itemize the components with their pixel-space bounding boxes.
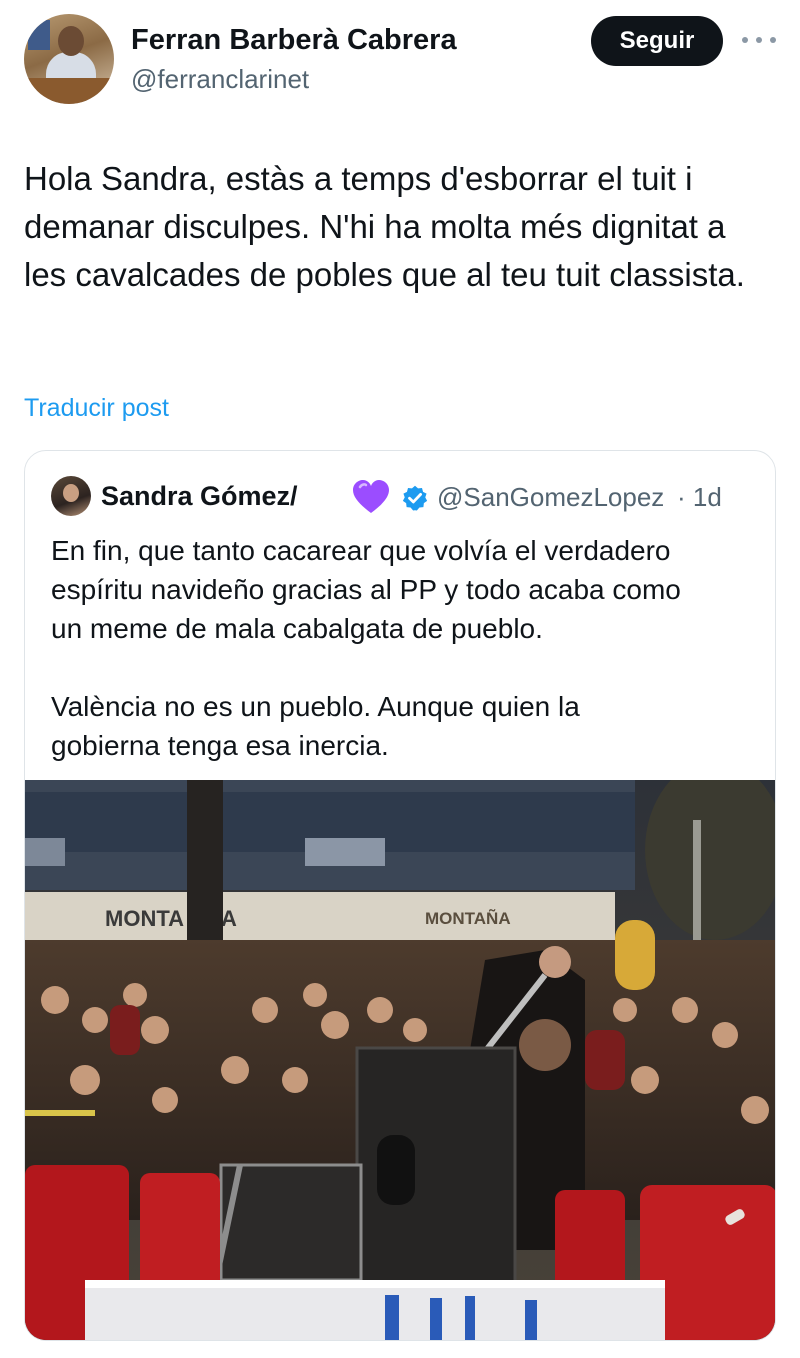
shop-sign-right: MONTAÑA — [425, 908, 511, 928]
author-name[interactable]: Ferran Barberà Cabrera — [131, 24, 457, 57]
quoted-tweet-card[interactable]: Sandra Gómez/ @SanGomezLopez · 1d En fin… — [24, 450, 776, 1341]
quoted-media-photo[interactable]: MONTA A MONTAÑA — [25, 780, 775, 1340]
parade-photo: MONTA A MONTAÑA — [25, 780, 775, 1340]
shop-sign-left-end: A — [221, 906, 237, 931]
more-dot — [742, 37, 748, 43]
shop-sign-left: MONTA — [105, 906, 184, 931]
purple-heart-icon — [353, 480, 389, 513]
more-dot — [756, 37, 762, 43]
post-text: Hola Sandra, estàs a temps d'esborrar el… — [24, 160, 745, 293]
author-avatar[interactable] — [24, 14, 114, 104]
quoted-timestamp[interactable]: · 1d — [677, 482, 722, 513]
quoted-tweet-text: En fin, que tanto cacarear que volvía el… — [51, 535, 681, 761]
author-handle[interactable]: @ferranclarinet — [131, 64, 309, 95]
quoted-author-avatar[interactable] — [51, 476, 91, 516]
quoted-author-handle[interactable]: @SanGomezLopez — [437, 482, 664, 513]
quoted-tweet-header: Sandra Gómez/ @SanGomezLopez · 1d — [51, 476, 751, 518]
verified-badge-icon — [402, 485, 428, 511]
avatar-desk — [24, 78, 114, 104]
follow-button[interactable]: Seguir — [591, 16, 723, 66]
more-dot — [770, 37, 776, 43]
quoted-author-name[interactable]: Sandra Gómez/ — [101, 481, 298, 512]
more-horizontal-icon[interactable] — [742, 26, 776, 54]
tweet-header: Ferran Barberà Cabrera @ferranclarinet S… — [24, 14, 784, 106]
translate-post-link[interactable]: Traducir post — [24, 394, 169, 423]
avatar-person-head — [58, 26, 84, 56]
avatar-background-flag — [28, 20, 50, 50]
